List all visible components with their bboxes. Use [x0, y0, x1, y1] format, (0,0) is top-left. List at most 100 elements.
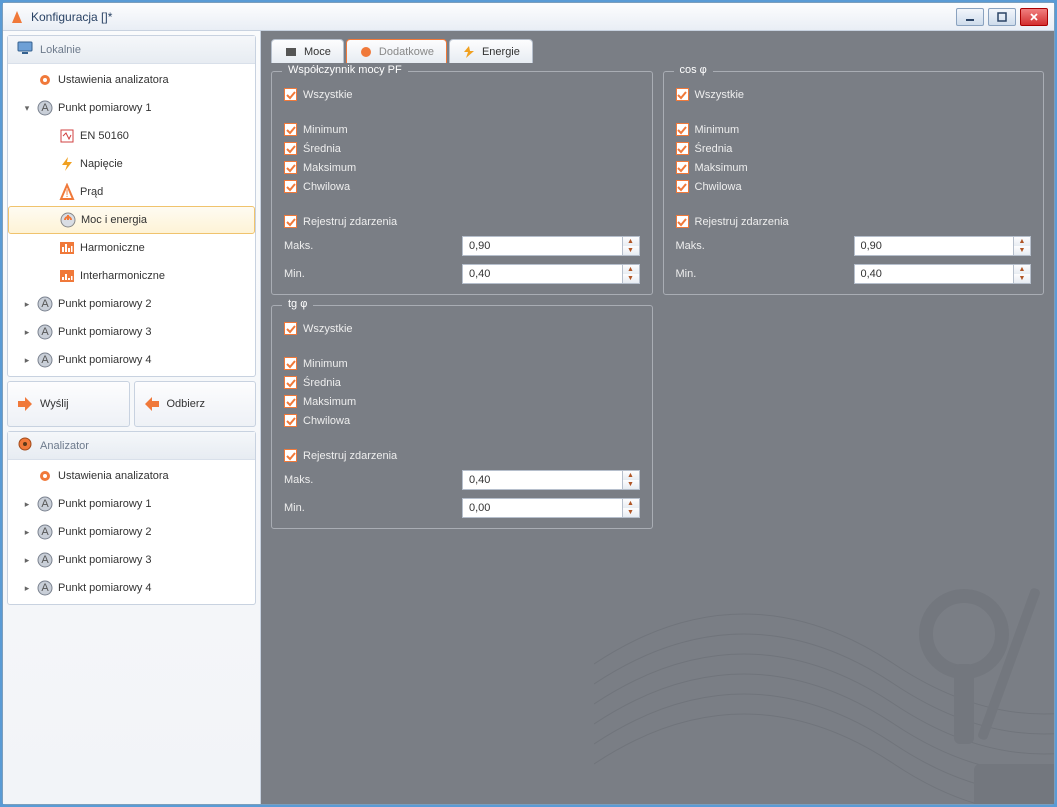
pf-min-spinner[interactable]: ▲▼ [462, 264, 640, 284]
analyzer-item[interactable]: ▸APunkt pomiarowy 1 [8, 490, 255, 518]
locally-item[interactable]: Ustawienia analizatora [8, 66, 255, 94]
checkbox[interactable] [284, 180, 297, 193]
checkbox[interactable] [284, 449, 297, 462]
cos-min-input[interactable] [854, 264, 1014, 284]
spin-down[interactable]: ▼ [623, 246, 639, 255]
tree-icon: A [36, 351, 54, 369]
tree-icon: A [36, 99, 54, 117]
spin-up[interactable]: ▲ [623, 471, 639, 480]
checkbox[interactable] [676, 123, 689, 136]
tree-item-label: Ustawienia analizatora [58, 74, 169, 86]
locally-item[interactable]: Napięcie [8, 150, 255, 178]
spin-down[interactable]: ▼ [1014, 274, 1030, 283]
locally-header: Lokalnie [8, 36, 255, 64]
tg-maks-input[interactable] [462, 470, 622, 490]
cos-maks-input[interactable] [854, 236, 1014, 256]
checkbox[interactable] [284, 215, 297, 228]
tree-icon: ! [58, 183, 76, 201]
svg-text:!: ! [65, 188, 68, 200]
locally-item[interactable]: ▸APunkt pomiarowy 3 [8, 318, 255, 346]
locally-panel: Lokalnie Ustawienia analizatora ▾APunkt p… [7, 35, 256, 377]
spin-down[interactable]: ▼ [623, 508, 639, 517]
cos-maks-spinner[interactable]: ▲▼ [854, 236, 1032, 256]
spin-up[interactable]: ▲ [623, 499, 639, 508]
tg-min-spinner[interactable]: ▲▼ [462, 498, 640, 518]
tree-item-label: Moc i energia [81, 214, 147, 226]
main-window: Konfiguracja []* Lokalnie Ustawienia ana… [2, 2, 1055, 805]
locally-item[interactable]: ▾APunkt pomiarowy 1 [8, 94, 255, 122]
analyzer-header: Analizator [8, 432, 255, 460]
locally-item[interactable]: EN 50160 [8, 122, 255, 150]
checkbox[interactable] [284, 376, 297, 389]
spin-down[interactable]: ▼ [1014, 246, 1030, 255]
svg-text:A: A [41, 298, 49, 310]
analyzer-item[interactable]: ▸APunkt pomiarowy 2 [8, 518, 255, 546]
monitor-icon [16, 39, 34, 60]
tab-dodatkowe[interactable]: Dodatkowe [346, 39, 447, 63]
tree-icon [36, 71, 54, 89]
tree-icon [58, 127, 76, 145]
analyzer-item[interactable]: ▸APunkt pomiarowy 4 [8, 574, 255, 602]
locally-item[interactable]: Moc i energia [8, 206, 255, 234]
checkbox[interactable] [284, 123, 297, 136]
analyzer-item[interactable]: ▸APunkt pomiarowy 3 [8, 546, 255, 574]
checkbox[interactable] [284, 161, 297, 174]
analyzer-item[interactable]: Ustawienia analizatora [8, 462, 255, 490]
locally-item[interactable]: Interharmoniczne [8, 262, 255, 290]
receive-button[interactable]: Odbierz [134, 381, 257, 427]
locally-label: Lokalnie [40, 44, 81, 56]
check-label: Maksimum [303, 396, 356, 408]
checkbox[interactable] [284, 322, 297, 335]
group-cos: cos φWszystkieMinimumŚredniaMaksimumChwi… [663, 71, 1045, 295]
checkbox[interactable] [284, 414, 297, 427]
tree-icon [58, 267, 76, 285]
locally-item[interactable]: Harmoniczne [8, 234, 255, 262]
pf-min-input[interactable] [462, 264, 622, 284]
locally-item[interactable]: ▸APunkt pomiarowy 2 [8, 290, 255, 318]
tg-min-input[interactable] [462, 498, 622, 518]
tree-item-label: Punkt pomiarowy 2 [58, 526, 152, 538]
spin-up[interactable]: ▲ [623, 237, 639, 246]
locally-item[interactable]: ▸APunkt pomiarowy 4 [8, 346, 255, 374]
checkbox[interactable] [676, 88, 689, 101]
close-button[interactable] [1020, 8, 1048, 26]
spin-up[interactable]: ▲ [1014, 237, 1030, 246]
check-label: Rejestruj zdarzenia [303, 216, 397, 228]
caret-icon: ▸ [22, 299, 32, 310]
svg-text:A: A [41, 354, 49, 366]
checkbox[interactable] [676, 215, 689, 228]
pf-maks-input[interactable] [462, 236, 622, 256]
checkbox[interactable] [284, 357, 297, 370]
checkbox[interactable] [676, 161, 689, 174]
tg-maks-spinner[interactable]: ▲▼ [462, 470, 640, 490]
check-label: Rejestruj zdarzenia [303, 450, 397, 462]
svg-text:A: A [41, 554, 49, 566]
tree-item-label: Napięcie [80, 158, 123, 170]
pf-maks-spinner[interactable]: ▲▼ [462, 236, 640, 256]
checkbox[interactable] [676, 180, 689, 193]
checkbox[interactable] [676, 142, 689, 155]
check-label: Chwilowa [695, 181, 742, 193]
check-label: Średnia [695, 143, 733, 155]
checkbox[interactable] [284, 88, 297, 101]
spin-up[interactable]: ▲ [623, 265, 639, 274]
spin-up[interactable]: ▲ [1014, 265, 1030, 274]
tree-item-label: Harmoniczne [80, 242, 145, 254]
sidebar: Lokalnie Ustawienia analizatora ▾APunkt p… [3, 31, 261, 804]
tab-energie[interactable]: Energie [449, 39, 533, 63]
maximize-button[interactable] [988, 8, 1016, 26]
svg-text:A: A [41, 102, 49, 114]
cos-min-spinner[interactable]: ▲▼ [854, 264, 1032, 284]
send-button[interactable]: Wyślij [7, 381, 130, 427]
spin-down[interactable]: ▼ [623, 480, 639, 489]
tab-icon [359, 45, 373, 59]
maks-label: Maks. [284, 240, 454, 252]
spin-down[interactable]: ▼ [623, 274, 639, 283]
tab-moce[interactable]: Moce [271, 39, 344, 63]
locally-item[interactable]: !Prąd [8, 178, 255, 206]
minimize-button[interactable] [956, 8, 984, 26]
checkbox[interactable] [284, 142, 297, 155]
svg-text:A: A [41, 526, 49, 538]
tabs: MoceDodatkoweEnergie [271, 39, 1044, 63]
checkbox[interactable] [284, 395, 297, 408]
